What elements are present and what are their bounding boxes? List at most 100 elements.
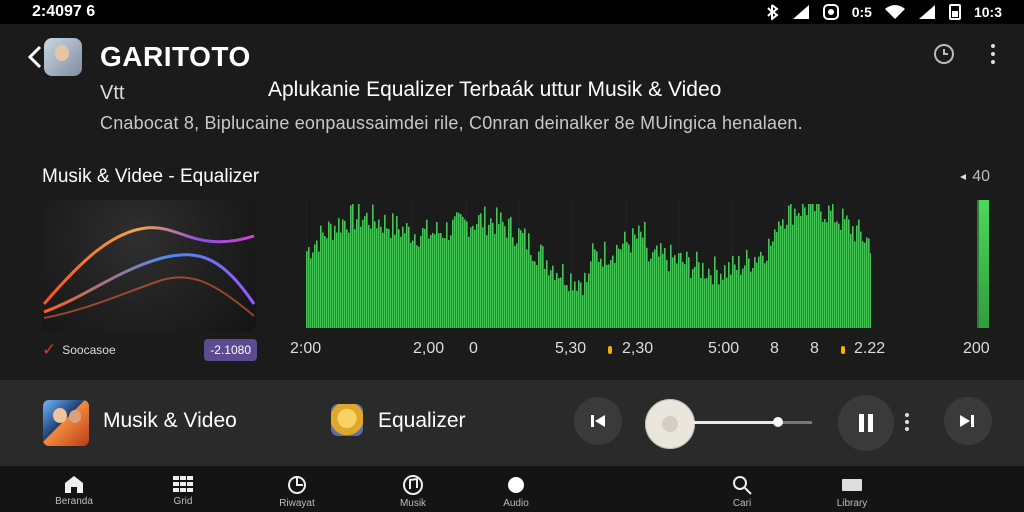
visualizer-bar <box>820 211 822 328</box>
app-avatar[interactable] <box>44 38 82 76</box>
visualizer-bar <box>772 241 774 328</box>
play-knob[interactable] <box>645 399 695 449</box>
time-pill[interactable]: -2.1080 <box>204 339 257 361</box>
visualizer-bar <box>484 206 486 328</box>
visualizer-bar <box>784 228 786 328</box>
equalizer-thumbnail[interactable] <box>331 404 363 436</box>
axis-label-6: 5:00 <box>708 340 740 357</box>
visualizer-bar <box>518 228 520 328</box>
previous-icon <box>591 415 605 427</box>
refresh-icon[interactable] <box>932 42 956 66</box>
visualizer-bar <box>720 273 722 328</box>
visualizer-bar <box>438 233 440 328</box>
visualizer-bar <box>708 268 710 328</box>
visualizer-bar <box>732 255 734 328</box>
visualizer-bar <box>678 253 680 328</box>
axis-label-10: 200 <box>963 340 990 357</box>
visualizer-bar <box>564 284 566 328</box>
app-header: GARITOTO <box>28 38 251 76</box>
visualizer-bar <box>504 226 506 328</box>
visualizer-bar <box>488 224 490 328</box>
visualizer-bar <box>336 232 338 328</box>
visualizer-bar <box>598 261 600 328</box>
visualizer-bar <box>568 291 570 328</box>
status-bar: 2:4097 6 0:5 10:3 <box>0 0 1024 24</box>
nav-item-history[interactable]: Riwayat <box>251 474 343 512</box>
visualizer-bar <box>662 253 664 328</box>
visualizer-bar <box>832 204 834 328</box>
pause-button[interactable] <box>838 395 894 451</box>
visualizer-bar <box>502 221 504 328</box>
nav-item-music[interactable]: Musik <box>367 474 459 512</box>
visualizer-bar <box>724 265 726 328</box>
visualizer-bar <box>308 246 310 328</box>
visualizer-bar <box>582 295 584 328</box>
visualizer-bar <box>790 204 792 328</box>
visualizer-bar <box>550 270 552 328</box>
visualizer-bar <box>418 246 420 328</box>
visualizer-bar <box>332 239 334 328</box>
visualizer-bar <box>354 229 356 328</box>
visualizer-bar <box>664 248 666 328</box>
visualizer-bar <box>852 226 854 328</box>
visualizer-bar <box>356 219 358 328</box>
visualizer-bar <box>306 251 308 328</box>
player-left-title: Musik & Video <box>103 409 237 432</box>
visualizer-bar <box>466 221 468 328</box>
visualizer-bar <box>624 231 626 328</box>
nav-item-search[interactable]: Cari <box>696 474 788 512</box>
visualizer-bar <box>534 261 536 328</box>
visualizer-bar <box>496 207 498 328</box>
visualizer-bar <box>526 249 528 328</box>
visualizer-bar <box>600 258 602 328</box>
gradient-preview-card[interactable] <box>42 200 256 332</box>
nav-item-library[interactable]: Library <box>806 474 898 512</box>
nav-item-grid[interactable]: Grid <box>137 474 229 512</box>
visualizer-bar <box>476 224 478 328</box>
music-thumbnail[interactable] <box>43 400 89 446</box>
visualizer-bar <box>394 234 396 328</box>
visualizer-bar <box>340 232 342 328</box>
progress-knob[interactable] <box>773 417 783 427</box>
more-icon[interactable] <box>990 42 996 66</box>
visualizer-bar <box>422 227 424 328</box>
page-description: Cnabocat 8, Biplucaine eonpaussaimdei ri… <box>100 113 803 133</box>
visualizer-bar <box>404 233 406 328</box>
equalizer-right-value: 40 <box>972 168 990 185</box>
visualizer-bar <box>318 251 320 328</box>
battery-icon <box>822 4 839 20</box>
visualizer-bar <box>666 260 668 328</box>
visualizer-bar <box>726 277 728 328</box>
visualizer-bar <box>622 243 624 328</box>
visualizer-bar <box>800 215 802 328</box>
visualizer-bar <box>472 225 474 328</box>
visualizer-bar <box>546 260 548 328</box>
visualizer-bar <box>480 213 482 328</box>
visualizer-bar <box>768 238 770 328</box>
visualizer-bar <box>324 236 326 328</box>
equalizer-label: Musik & Videe - Equalizer <box>42 166 260 187</box>
previous-button[interactable] <box>574 397 622 445</box>
visualizer-bar <box>658 256 660 328</box>
visualizer-bar <box>786 224 788 328</box>
visualizer-bar <box>540 244 542 328</box>
visualizer-bar <box>728 262 730 328</box>
nav-item-audio[interactable]: Audio <box>470 474 562 512</box>
back-button[interactable] <box>28 43 44 71</box>
visualizer-bar <box>588 273 590 328</box>
visualizer-bar <box>530 254 532 328</box>
next-button[interactable] <box>944 397 992 445</box>
nav-item-home[interactable]: Beranda <box>28 474 120 512</box>
visualizer-bar <box>758 256 760 328</box>
home-icon <box>65 476 83 493</box>
visualizer-bar <box>828 205 830 328</box>
visualizer-bar <box>314 244 316 328</box>
player-more-icon[interactable] <box>904 412 910 432</box>
visualizer-bar <box>348 232 350 328</box>
visualizer-bar <box>822 221 824 328</box>
progress-track[interactable] <box>692 421 812 424</box>
visualizer-bar <box>610 260 612 328</box>
visualizer-bar <box>434 234 436 328</box>
visualizer-bar <box>612 255 614 328</box>
visualizer-bar <box>656 245 658 328</box>
